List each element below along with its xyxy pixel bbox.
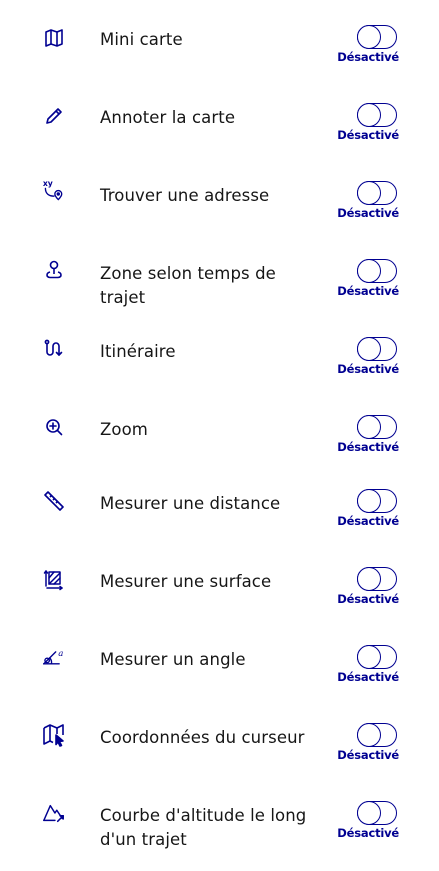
route-icon (42, 337, 66, 361)
tool-label: Coordonnées du curseur (100, 728, 305, 747)
toggle-state-text: Désactivé (337, 592, 399, 606)
toggle-state-text: Désactivé (337, 206, 399, 220)
toggle-knob (356, 258, 381, 283)
toggle-switch[interactable] (356, 258, 397, 283)
toggle-switch[interactable] (356, 336, 397, 361)
pencil-icon (42, 104, 66, 128)
toggle-knob (356, 722, 381, 747)
tool-row-mesurer-angle: a Mesurer un angle Désactivé (0, 644, 439, 715)
toggle-switch[interactable] (356, 24, 397, 49)
toggle-state-text: Désactivé (337, 284, 399, 298)
toggle-knob (356, 102, 381, 127)
toggle-switch[interactable] (356, 488, 397, 513)
toggle-switch[interactable] (356, 414, 397, 439)
tool-label: Mesurer une surface (100, 572, 272, 591)
tool-row-annoter-la-carte: Annoter la carte Désactivé (0, 102, 439, 173)
tool-row-mesurer-surface: Mesurer une surface Désactivé (0, 566, 439, 637)
tool-row-mesurer-distance: Mesurer une distance Désactivé (0, 488, 439, 559)
toggle-knob (356, 180, 381, 205)
toggle-switch[interactable] (356, 180, 397, 205)
toggle-state-text: Désactivé (337, 440, 399, 454)
tool-row-itineraire: Itinéraire Désactivé (0, 336, 439, 407)
tool-label: Zone selon temps de trajet (100, 264, 276, 307)
toggle-switch[interactable] (356, 566, 397, 591)
toggle-knob (356, 24, 381, 49)
toggle-state-text: Désactivé (337, 514, 399, 528)
tool-label: Annoter la carte (100, 108, 236, 127)
svg-text:xy: xy (43, 179, 53, 188)
tool-label: Mini carte (100, 30, 183, 49)
tool-label: Itinéraire (100, 342, 176, 361)
ruler-icon (42, 489, 66, 513)
tool-row-zone-selon-temps: Zone selon temps de trajet Désactivé (0, 258, 439, 329)
xy-location-icon: xy (42, 179, 66, 203)
angle-measure-icon: a (42, 645, 66, 669)
map-pin-user-icon (42, 258, 66, 282)
toggle-state-text: Désactivé (337, 128, 399, 142)
tool-label: Mesurer une distance (100, 494, 281, 513)
map-icon (42, 26, 66, 50)
toggle-knob (356, 800, 381, 825)
tool-row-zoom: Zoom Désactivé (0, 414, 439, 485)
toggle-state-text: Désactivé (337, 670, 399, 684)
toggle-state-text: Désactivé (337, 748, 399, 762)
toggle-knob (356, 336, 381, 361)
toggle-knob (356, 644, 381, 669)
elevation-profile-icon (42, 801, 66, 825)
tool-label: Trouver une adresse (100, 186, 270, 205)
tool-row-mini-carte: Mini carte Désactivé (0, 24, 439, 95)
toggle-knob (356, 414, 381, 439)
toggle-state-text: Désactivé (337, 826, 399, 840)
tool-label: Mesurer un angle (100, 650, 246, 669)
tool-row-coordonnees-curseur: Coordonnées du curseur Désactivé (0, 722, 439, 793)
toggle-state-text: Désactivé (337, 50, 399, 64)
area-measure-icon (42, 567, 66, 591)
tool-row-trouver-une-adresse: xy Trouver une adresse Désactivé (0, 179, 439, 251)
svg-text:a: a (58, 649, 63, 659)
zoom-in-icon (42, 415, 66, 439)
tool-label: Zoom (100, 420, 148, 439)
toggle-knob (356, 488, 381, 513)
toggle-switch[interactable] (356, 644, 397, 669)
toggle-switch[interactable] (356, 800, 397, 825)
toggle-switch[interactable] (356, 722, 397, 747)
tool-row-courbe-altitude: Courbe d'altitude le long d'un trajet Dé… (0, 800, 439, 871)
toggle-state-text: Désactivé (337, 362, 399, 376)
tool-label: Courbe d'altitude le long d'un trajet (100, 806, 307, 849)
map-cursor-icon (42, 723, 66, 747)
toggle-switch[interactable] (356, 102, 397, 127)
toggle-knob (356, 566, 381, 591)
